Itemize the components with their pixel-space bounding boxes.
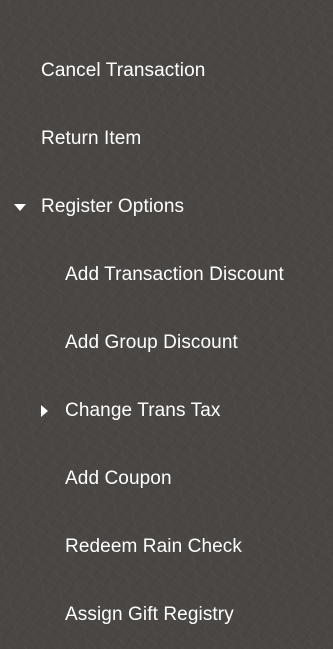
- menu-item-label: Redeem Rain Check: [65, 536, 243, 557]
- caret-down-icon: [14, 204, 26, 211]
- menu-group-change-trans-tax[interactable]: Change Trans Tax: [0, 377, 333, 445]
- menu-item-redeem-rain-check[interactable]: Redeem Rain Check: [0, 513, 333, 581]
- caret-right-icon: [41, 405, 48, 417]
- menu-item-label: Register Options: [41, 196, 185, 217]
- menu-group-register-options[interactable]: Register Options: [0, 173, 333, 241]
- menu-item-label: Add Coupon: [65, 468, 172, 489]
- menu-item-return-item[interactable]: Return Item: [0, 105, 333, 173]
- menu-item-label: Assign Gift Registry: [65, 604, 234, 625]
- menu-item-assign-gift-registry[interactable]: Assign Gift Registry: [0, 581, 333, 649]
- menu-item-add-transaction-discount[interactable]: Add Transaction Discount: [0, 241, 333, 309]
- menu-item-label: Add Group Discount: [65, 332, 238, 353]
- menu-item-label: Cancel Transaction: [41, 60, 206, 81]
- side-menu: Cancel Transaction Return Item Register …: [0, 37, 333, 649]
- menu-item-add-coupon[interactable]: Add Coupon: [0, 445, 333, 513]
- menu-item-cancel-transaction[interactable]: Cancel Transaction: [0, 37, 333, 105]
- menu-item-add-group-discount[interactable]: Add Group Discount: [0, 309, 333, 377]
- menu-item-label: Add Transaction Discount: [65, 264, 284, 285]
- menu-item-label: Return Item: [41, 128, 142, 149]
- menu-item-label: Change Trans Tax: [65, 400, 221, 421]
